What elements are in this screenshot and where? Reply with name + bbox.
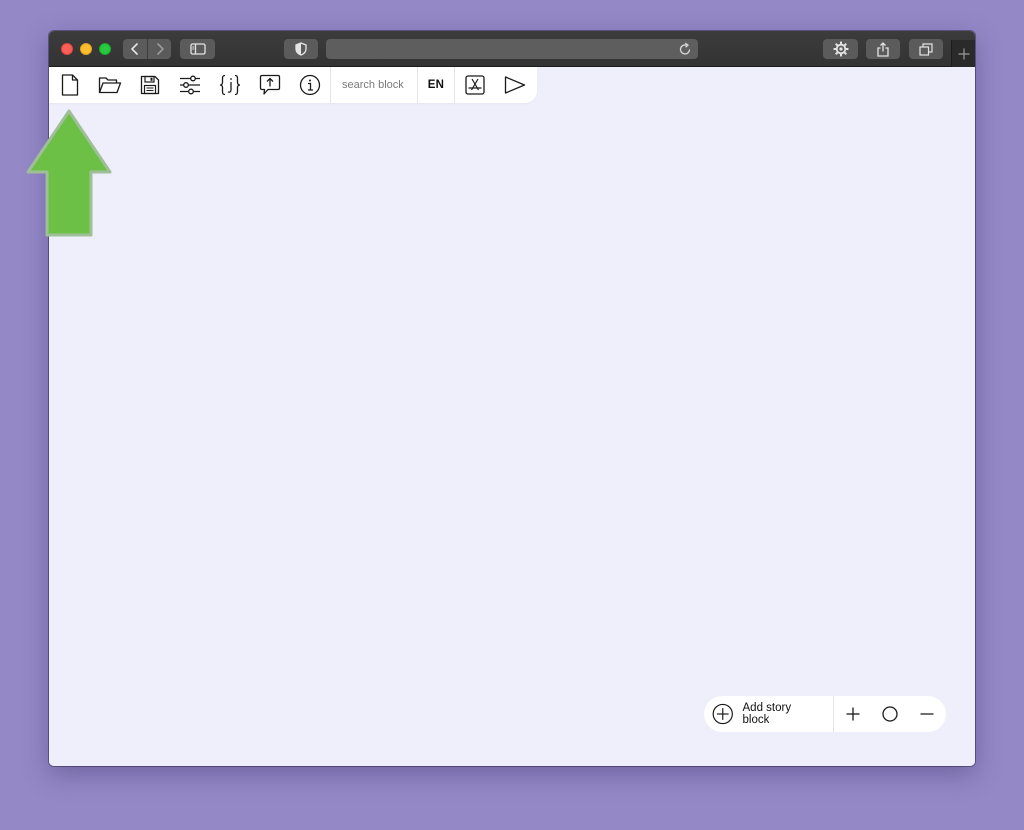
play-button[interactable] (495, 67, 535, 103)
forward-button[interactable] (147, 39, 171, 59)
close-window-button[interactable] (61, 43, 73, 55)
sliders-icon (180, 75, 200, 95)
browser-window: EN Add story block (49, 31, 975, 766)
plus-icon (846, 707, 860, 721)
new-file-icon (61, 74, 79, 96)
chevron-left-icon (131, 43, 138, 55)
zoom-window-button[interactable] (99, 43, 111, 55)
story-canvas[interactable]: EN Add story block (49, 67, 975, 766)
circle-icon (882, 706, 898, 722)
main-toolbar: EN (49, 67, 537, 103)
json-button[interactable] (210, 67, 250, 103)
search-block-input[interactable] (331, 67, 417, 103)
new-file-button[interactable] (50, 67, 90, 103)
sidebar-button[interactable] (180, 39, 215, 59)
upload-comment-icon (259, 74, 281, 95)
back-button[interactable] (123, 39, 147, 59)
share-icon (877, 41, 889, 57)
add-circle-icon (712, 703, 733, 725)
gear-icon (833, 41, 848, 57)
info-icon (299, 74, 321, 96)
save-icon (140, 75, 160, 95)
zoom-out-button[interactable] (909, 696, 946, 732)
minus-icon (920, 713, 934, 715)
new-tab-button[interactable] (951, 40, 975, 67)
folder-open-icon (98, 77, 122, 94)
settings-button[interactable] (170, 67, 210, 103)
add-story-block-button[interactable]: Add story block (704, 696, 833, 732)
language-button[interactable]: EN (418, 67, 454, 103)
tabs-overview-icon (919, 42, 933, 56)
shield-icon (295, 42, 307, 56)
open-file-button[interactable] (90, 67, 130, 103)
extensions-button[interactable] (823, 39, 858, 59)
save-button[interactable] (130, 67, 170, 103)
canvas-controls: Add story block (704, 696, 946, 732)
privacy-report-button[interactable] (284, 39, 318, 59)
reload-icon[interactable] (679, 42, 692, 56)
navigation-buttons (123, 39, 171, 59)
up-arrow-icon (26, 109, 112, 237)
play-icon (504, 76, 526, 94)
share-button[interactable] (866, 39, 900, 59)
app-store-icon (465, 75, 485, 95)
info-button[interactable] (290, 67, 330, 103)
upload-button[interactable] (250, 67, 290, 103)
sidebar-icon (189, 43, 206, 55)
browser-titlebar (49, 31, 975, 67)
app-store-button[interactable] (455, 67, 495, 103)
zoom-reset-button[interactable] (872, 696, 909, 732)
add-story-block-label: Add story block (742, 702, 792, 726)
chevron-right-icon (156, 43, 164, 55)
minimize-window-button[interactable] (80, 43, 92, 55)
json-icon (219, 74, 241, 96)
plus-icon (958, 48, 969, 59)
zoom-in-button[interactable] (834, 696, 871, 732)
address-bar[interactable] (326, 39, 698, 59)
tab-overview-button[interactable] (909, 39, 943, 59)
